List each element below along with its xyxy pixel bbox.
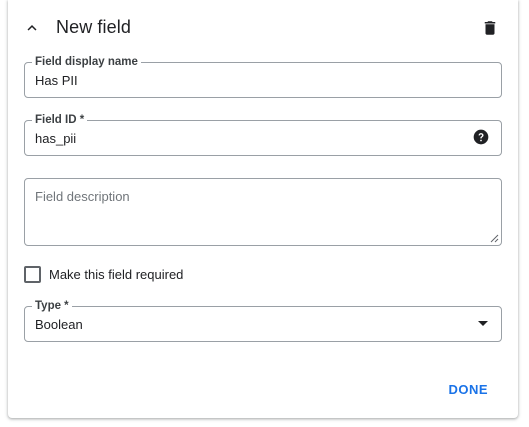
type-label: Type * [32, 299, 72, 313]
type-value: Boolean [35, 317, 83, 332]
resize-grip-icon[interactable] [490, 234, 499, 243]
field-id-value: has_pii [35, 131, 77, 146]
new-field-card: New field Field display name Has PII Fie… [8, 0, 518, 418]
display-name-field[interactable]: Field display name Has PII [24, 55, 502, 98]
card-header: New field [8, 0, 518, 56]
done-button[interactable]: DONE [442, 378, 494, 402]
description-textarea[interactable]: Field description [24, 178, 502, 246]
field-id-label: Field ID * [32, 113, 88, 127]
required-checkbox[interactable] [24, 265, 41, 283]
description-placeholder: Field description [35, 189, 130, 204]
required-checkbox-row[interactable]: Make this field required [24, 264, 183, 284]
trash-icon [484, 21, 496, 35]
display-name-value: Has PII [35, 73, 78, 88]
help-circle-icon[interactable] [473, 129, 489, 145]
required-checkbox-label: Make this field required [49, 266, 184, 282]
field-id-field[interactable]: Field ID * has_pii [24, 113, 502, 156]
type-select[interactable]: Type * Boolean [24, 299, 502, 342]
collapse-button[interactable] [18, 14, 46, 42]
chevron-up-icon [27, 25, 37, 31]
arrow-drop-down-icon [478, 321, 488, 326]
delete-button[interactable] [476, 14, 504, 42]
card-title: New field [56, 17, 131, 37]
display-name-label: Field display name [32, 55, 141, 69]
